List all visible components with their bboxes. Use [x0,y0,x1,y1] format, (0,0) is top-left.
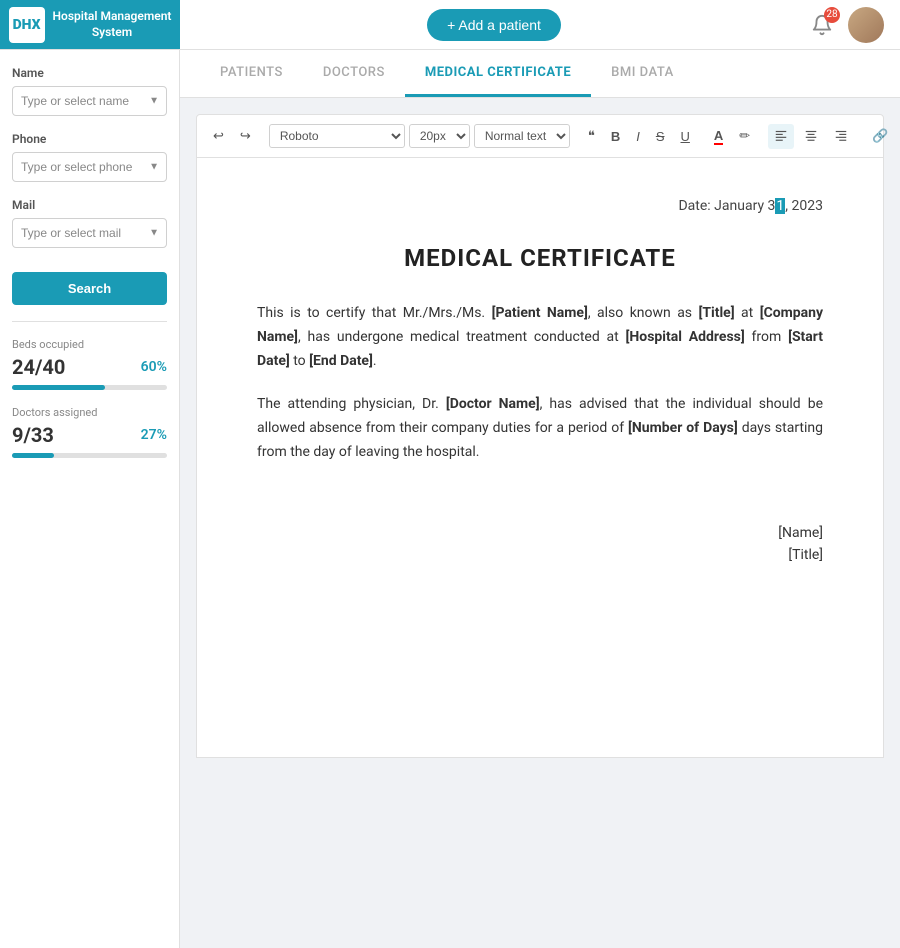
mail-select[interactable]: Type or select mail [12,218,167,248]
link-icon: 🔗 [872,128,888,144]
phone-section: Phone Type or select phone ▼ [12,132,167,182]
beds-value: 24/40 [12,355,65,379]
font-color-icon: A [714,128,723,145]
phone-label: Phone [12,132,167,146]
align-center-button[interactable] [798,124,824,149]
stats-section: Beds occupied 24/40 60% Doctors assigned… [12,321,167,458]
search-label: Search [68,281,111,296]
mail-label: Mail [12,198,167,212]
tab-patients[interactable]: PATIENTS [200,50,303,97]
italic-button[interactable]: I [630,125,646,148]
editor-toolbar: ↩ ↪ Roboto Arial Times New Roman 20px 12… [196,114,884,158]
beds-progress-bg [12,385,167,390]
logo-area: DHX Hospital ManagementSystem [0,0,180,49]
mail-select-wrapper: Type or select mail ▼ [12,218,167,248]
notification-icon[interactable]: 28 [808,11,836,39]
app-title: Hospital ManagementSystem [53,9,172,40]
strikethrough-button[interactable]: S [650,125,671,148]
editor-wrapper: ↩ ↪ Roboto Arial Times New Roman 20px 12… [180,98,900,948]
beds-stat: Beds occupied 24/40 60% [12,338,167,390]
add-patient-button[interactable]: + Add a patient [427,9,561,41]
content-area: PATIENTS DOCTORS MEDICAL CERTIFICATE BMI… [180,50,900,948]
logo-text: DHX [13,17,41,33]
tab-bmi-data[interactable]: BMI DATA [591,50,694,97]
doctors-row: 9/33 27% [12,423,167,447]
strikethrough-icon: S [656,129,665,144]
tabs-bar: PATIENTS DOCTORS MEDICAL CERTIFICATE BMI… [180,50,900,98]
phone-select[interactable]: Type or select phone [12,152,167,182]
italic-icon: I [636,129,640,144]
signature-name: [Name] [257,525,823,541]
logo-box: DHX [9,7,45,43]
font-size-select[interactable]: 20px 12px 14px 16px 24px [409,124,470,148]
top-bar-right: 28 [808,7,900,43]
main-layout: Name Type or select name ▼ Phone Type or… [0,50,900,948]
underline-button[interactable]: U [675,125,696,148]
doc-signature: [Name] [Title] [257,525,823,563]
quote-icon: ❝ [588,128,595,144]
tab-doctors[interactable]: DOCTORS [303,50,405,97]
quote-button[interactable]: ❝ [582,124,601,148]
document-area[interactable]: Date: January 31, 2023 MEDICAL CERTIFICA… [196,158,884,758]
date-value: January 31, 2023 [714,198,823,214]
doctors-label: Doctors assigned [12,406,167,419]
bold-button[interactable]: B [605,125,626,148]
avatar[interactable] [848,7,884,43]
search-button[interactable]: Search [12,272,167,305]
doctors-value: 9/33 [12,423,54,447]
doctors-percent: 27% [141,427,167,443]
underline-icon: U [681,129,690,144]
name-select-wrapper: Type or select name ▼ [12,86,167,116]
add-patient-label: + Add a patient [447,17,541,33]
name-section: Name Type or select name ▼ [12,66,167,116]
highlight-button[interactable]: ✏ [733,124,756,148]
bold-icon: B [611,129,620,144]
font-color-button[interactable]: A [708,124,729,149]
align-right-icon [834,128,848,145]
undo-icon: ↩ [213,128,224,144]
doc-paragraph-1: This is to certify that Mr./Mrs./Ms. [Pa… [257,302,823,373]
beds-percent: 60% [141,359,167,375]
doc-paragraph-2: The attending physician, Dr. [Doctor Nam… [257,393,823,464]
top-bar-center: + Add a patient [180,9,808,41]
undo-button[interactable]: ↩ [207,124,230,148]
highlight-icon: ✏ [739,128,750,144]
doc-date: Date: January 31, 2023 [257,198,823,214]
align-left-icon [774,128,788,145]
font-family-select[interactable]: Roboto Arial Times New Roman [269,124,405,148]
mail-section: Mail Type or select mail ▼ [12,198,167,248]
date-label: Date: [678,198,710,214]
top-bar: DHX Hospital ManagementSystem + Add a pa… [0,0,900,50]
notification-badge: 28 [824,7,840,23]
tab-medical-certificate[interactable]: MEDICAL CERTIFICATE [405,50,591,97]
sidebar: Name Type or select name ▼ Phone Type or… [0,50,180,948]
text-style-select[interactable]: Normal text Heading 1 Heading 2 [474,124,570,148]
doctors-progress-bg [12,453,167,458]
phone-select-wrapper: Type or select phone ▼ [12,152,167,182]
doc-title: MEDICAL CERTIFICATE [257,244,823,272]
beds-progress-fill [12,385,105,390]
doctors-stat: Doctors assigned 9/33 27% [12,406,167,458]
doctors-progress-fill [12,453,54,458]
align-center-icon [804,128,818,145]
signature-title: [Title] [257,547,823,563]
redo-icon: ↪ [240,128,251,144]
name-select[interactable]: Type or select name [12,86,167,116]
beds-label: Beds occupied [12,338,167,351]
name-label: Name [12,66,167,80]
align-left-button[interactable] [768,124,794,149]
link-button[interactable]: 🔗 [866,124,894,148]
redo-button[interactable]: ↪ [234,124,257,148]
align-right-button[interactable] [828,124,854,149]
beds-row: 24/40 60% [12,355,167,379]
